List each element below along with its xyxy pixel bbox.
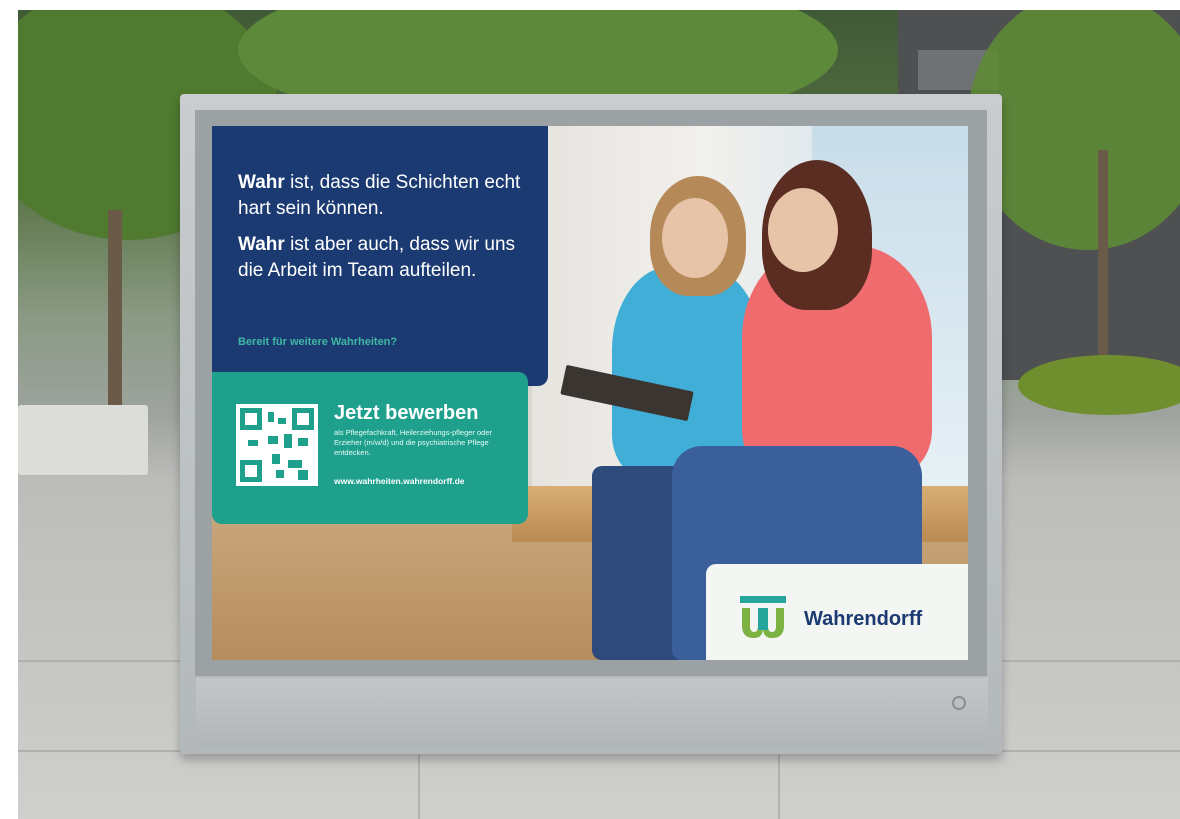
cta-panel: Jetzt bewerben als Pflegefachkraft, Heil… [212, 372, 528, 524]
headline-panel: Wahr ist, dass die Schichten echt hart s… [212, 126, 548, 386]
headline-1-bold: Wahr [238, 172, 285, 193]
logo-text: Wahrendorff [804, 608, 923, 630]
cta-description: als Pflegefachkraft, Heilerziehungs-pfle… [334, 428, 493, 457]
headline-line-2: Wahr ist aber auch, dass wir uns die Arb… [238, 232, 538, 284]
logo-box: Wahrendorff [706, 564, 968, 660]
pavement-line [778, 750, 780, 819]
qr-code-icon [236, 404, 318, 486]
wahrendorff-logo-icon [740, 596, 786, 638]
person-blue-face [662, 198, 728, 278]
poster: Wahr ist, dass die Schichten echt hart s… [212, 126, 968, 660]
scene: Wahr ist, dass die Schichten echt hart s… [0, 0, 1180, 819]
hedge [1018, 355, 1180, 415]
cta-url: www.wahrheiten.wahrendorff.de [334, 476, 465, 486]
cta-title: Jetzt bewerben [334, 402, 479, 424]
billboard-base [196, 678, 988, 748]
tree-trunk [108, 210, 122, 410]
tagline: Bereit für weitere Wahrheiten? [238, 336, 398, 348]
pavement-line [418, 750, 420, 819]
person-pink-face [768, 188, 838, 272]
screw-icon [952, 696, 966, 710]
planter [18, 405, 148, 475]
headline: Wahr ist, dass die Schichten echt hart s… [238, 170, 538, 294]
headline-line-1: Wahr ist, dass die Schichten echt hart s… [238, 170, 538, 222]
headline-2-bold: Wahr [238, 234, 285, 255]
tree-trunk [1098, 150, 1108, 390]
person-blue-scrubs [612, 266, 762, 476]
